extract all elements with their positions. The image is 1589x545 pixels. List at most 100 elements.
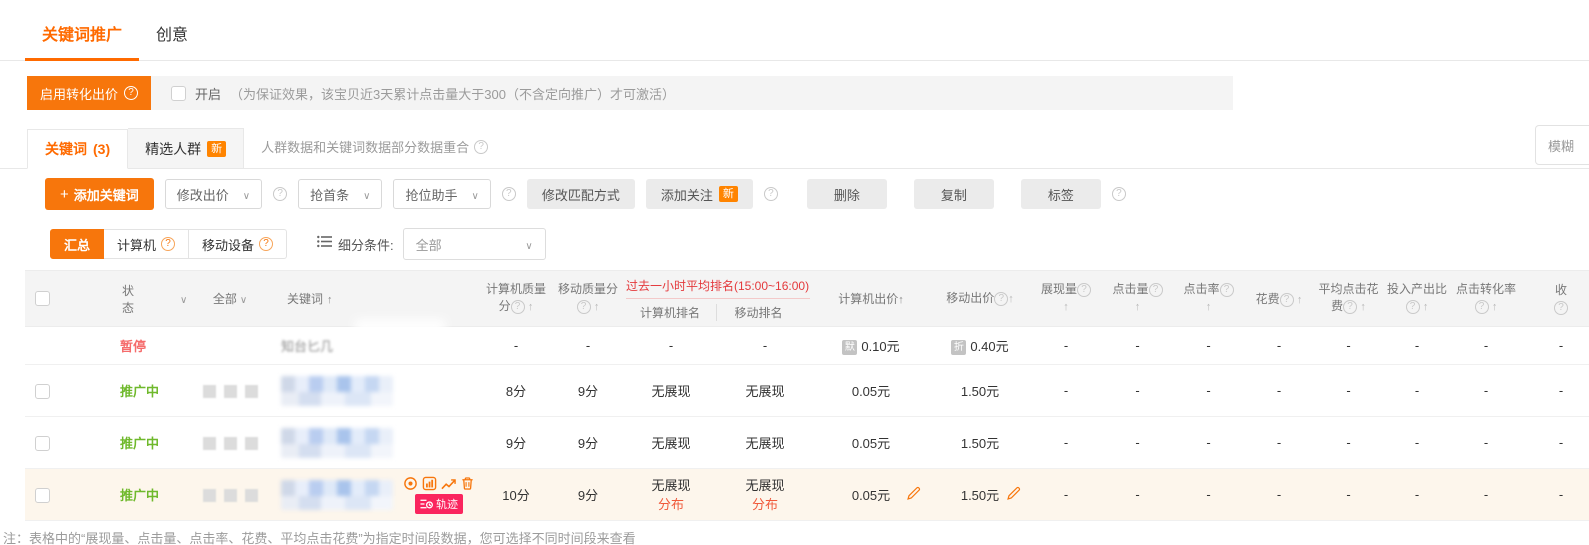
edit-bid-icon[interactable] (906, 486, 921, 504)
help-icon[interactable] (1475, 300, 1489, 314)
metric-cell: - (1521, 327, 1589, 365)
fuzzy-button[interactable]: 模糊 (1535, 125, 1589, 165)
help-icon[interactable] (1406, 300, 1420, 314)
metric-cell: - (1244, 469, 1314, 521)
position-assistant-button[interactable]: 抢位助手 (393, 179, 490, 209)
help-icon[interactable] (474, 140, 488, 154)
copy-button[interactable]: 复制 (914, 179, 994, 209)
header-clipped-column[interactable]: 收 (1521, 271, 1589, 327)
rank-distribution-link[interactable]: 分布 (718, 495, 812, 514)
status-text: 暂停 (120, 339, 146, 354)
segment-computer[interactable]: 计算机 (104, 229, 189, 259)
chart-box-icon[interactable] (422, 476, 437, 491)
trail-badge[interactable]: 轨迹 (415, 494, 463, 514)
segment-mobile[interactable]: 移动设备 (189, 229, 287, 259)
table-row[interactable]: 暂停 知台匕几 - - - - 默0.10元 折0.40元 (25, 327, 1589, 365)
row-checkbox[interactable] (35, 436, 50, 451)
help-icon[interactable] (161, 237, 175, 251)
segment-condition-select[interactable]: 全部 (403, 228, 546, 260)
trash-icon[interactable] (460, 476, 475, 491)
sort-up-icon (594, 299, 600, 313)
help-icon[interactable] (1112, 187, 1126, 201)
help-icon[interactable] (1280, 293, 1294, 307)
header-clicks[interactable]: 点击量 (1102, 271, 1173, 327)
help-icon[interactable] (511, 300, 525, 314)
help-icon[interactable] (502, 187, 516, 201)
help-icon[interactable] (1554, 301, 1568, 315)
modify-bid-button[interactable]: 修改出价 (165, 179, 262, 209)
tab-audience[interactable]: 精选人群 新 (128, 128, 244, 168)
chevron-down-icon (240, 292, 247, 306)
pc-rank-cell: - (624, 327, 718, 365)
header-impressions[interactable]: 展现量 (1030, 271, 1102, 327)
sort-up-icon (1360, 299, 1366, 313)
help-icon[interactable] (1343, 300, 1357, 314)
pc-rank-cell: 无展现 分布 (624, 469, 718, 521)
help-icon[interactable] (764, 187, 778, 201)
trend-chart-icon[interactable] (441, 476, 456, 491)
header-conversion-rate[interactable]: 点击转化率 (1451, 271, 1521, 327)
header-pc-bid[interactable]: 计算机出价 (812, 271, 930, 327)
chevron-down-icon (525, 237, 532, 252)
status-text: 推广中 (120, 488, 159, 503)
top-tab-keyword-promotion[interactable]: 关键词推广 (25, 0, 139, 61)
pc-quality-cell: 9分 (480, 417, 552, 469)
table-row[interactable]: 推广中 9分 9分 无展现 无展现 0.05元 1.50元 - - - - - … (25, 417, 1589, 469)
header-scope[interactable]: 全部 (185, 271, 275, 327)
mobile-bid-cell: 1.50元 (930, 365, 1030, 417)
pc-quality-cell: 8分 (480, 365, 552, 417)
help-icon[interactable] (577, 300, 591, 314)
delete-button[interactable]: 删除 (807, 179, 887, 209)
enable-checkbox[interactable] (171, 86, 186, 101)
header-mobile-bid[interactable]: 移动出价 (930, 271, 1030, 327)
help-icon[interactable] (273, 187, 287, 201)
help-icon[interactable] (259, 237, 273, 251)
blurred-keyword: 知台匕几 (281, 336, 333, 355)
new-badge: 新 (719, 186, 738, 202)
add-keyword-button[interactable]: + 添加关键词 (45, 178, 154, 210)
segment-summary[interactable]: 汇总 (50, 229, 104, 259)
header-mobile-rank[interactable]: 移动排名 (716, 304, 811, 321)
help-icon[interactable] (124, 86, 138, 100)
overlap-note: 人群数据和关键词数据部分数据重合 (261, 137, 488, 168)
table-row[interactable]: 推广中 8分 9分 无展现 无展现 0.05元 1.50元 - - - - - … (25, 365, 1589, 417)
modify-match-button[interactable]: 修改匹配方式 (527, 179, 635, 209)
header-avg-click-cost[interactable]: 平均点击花费 (1314, 271, 1383, 327)
mobile-quality-cell: - (552, 327, 624, 365)
add-follow-button[interactable]: 添加关注 新 (646, 179, 753, 209)
help-icon[interactable] (994, 292, 1008, 306)
table-header-row: 状态 全部 关键词 计算机质量分 移动质量分 过去一小时 (25, 271, 1589, 327)
metric-cell: - (1102, 469, 1173, 521)
header-pc-rank[interactable]: 计算机排名 (626, 304, 716, 321)
header-cost[interactable]: 花费 (1244, 271, 1314, 327)
device-filter-row: 汇总 计算机 移动设备 细分条件: 全部 (50, 228, 1589, 260)
pc-quality-cell: 10分 (480, 469, 552, 521)
enable-conversion-bid-button[interactable]: 启用转化出价 (27, 76, 151, 110)
tag-button[interactable]: 标签 (1021, 179, 1101, 209)
tab-keywords[interactable]: 关键词 (3) (27, 129, 128, 169)
row-checkbox[interactable] (35, 384, 50, 399)
status-text: 推广中 (120, 384, 159, 399)
header-status[interactable]: 状态 (80, 271, 185, 327)
header-pc-quality[interactable]: 计算机质量分 (480, 271, 552, 327)
metric-cell: - (1314, 469, 1383, 521)
header-mobile-quality[interactable]: 移动质量分 (552, 271, 624, 327)
rank-distribution-link[interactable]: 分布 (624, 495, 718, 514)
target-icon[interactable] (403, 476, 418, 491)
header-roi[interactable]: 投入产出比 (1383, 271, 1451, 327)
header-rank-group: 过去一小时平均排名(15:00~16:00) 计算机排名 移动排名 (624, 271, 812, 327)
sort-up-icon (327, 292, 333, 306)
table-row[interactable]: 推广中 轨迹 (25, 469, 1589, 521)
pc-rank-cell: 无展现 (624, 417, 718, 469)
header-ctr[interactable]: 点击率 (1173, 271, 1244, 327)
segment-condition-label: 细分条件: (338, 235, 394, 254)
help-icon[interactable] (1149, 283, 1163, 297)
metric-cell: - (1102, 327, 1173, 365)
select-all-checkbox[interactable] (35, 291, 50, 306)
grab-first-button[interactable]: 抢首条 (298, 179, 382, 209)
help-icon[interactable] (1077, 283, 1091, 297)
edit-bid-icon[interactable] (1006, 486, 1021, 504)
help-icon[interactable] (1220, 283, 1234, 297)
row-checkbox[interactable] (35, 488, 50, 503)
top-tab-creative[interactable]: 创意 (139, 0, 205, 60)
